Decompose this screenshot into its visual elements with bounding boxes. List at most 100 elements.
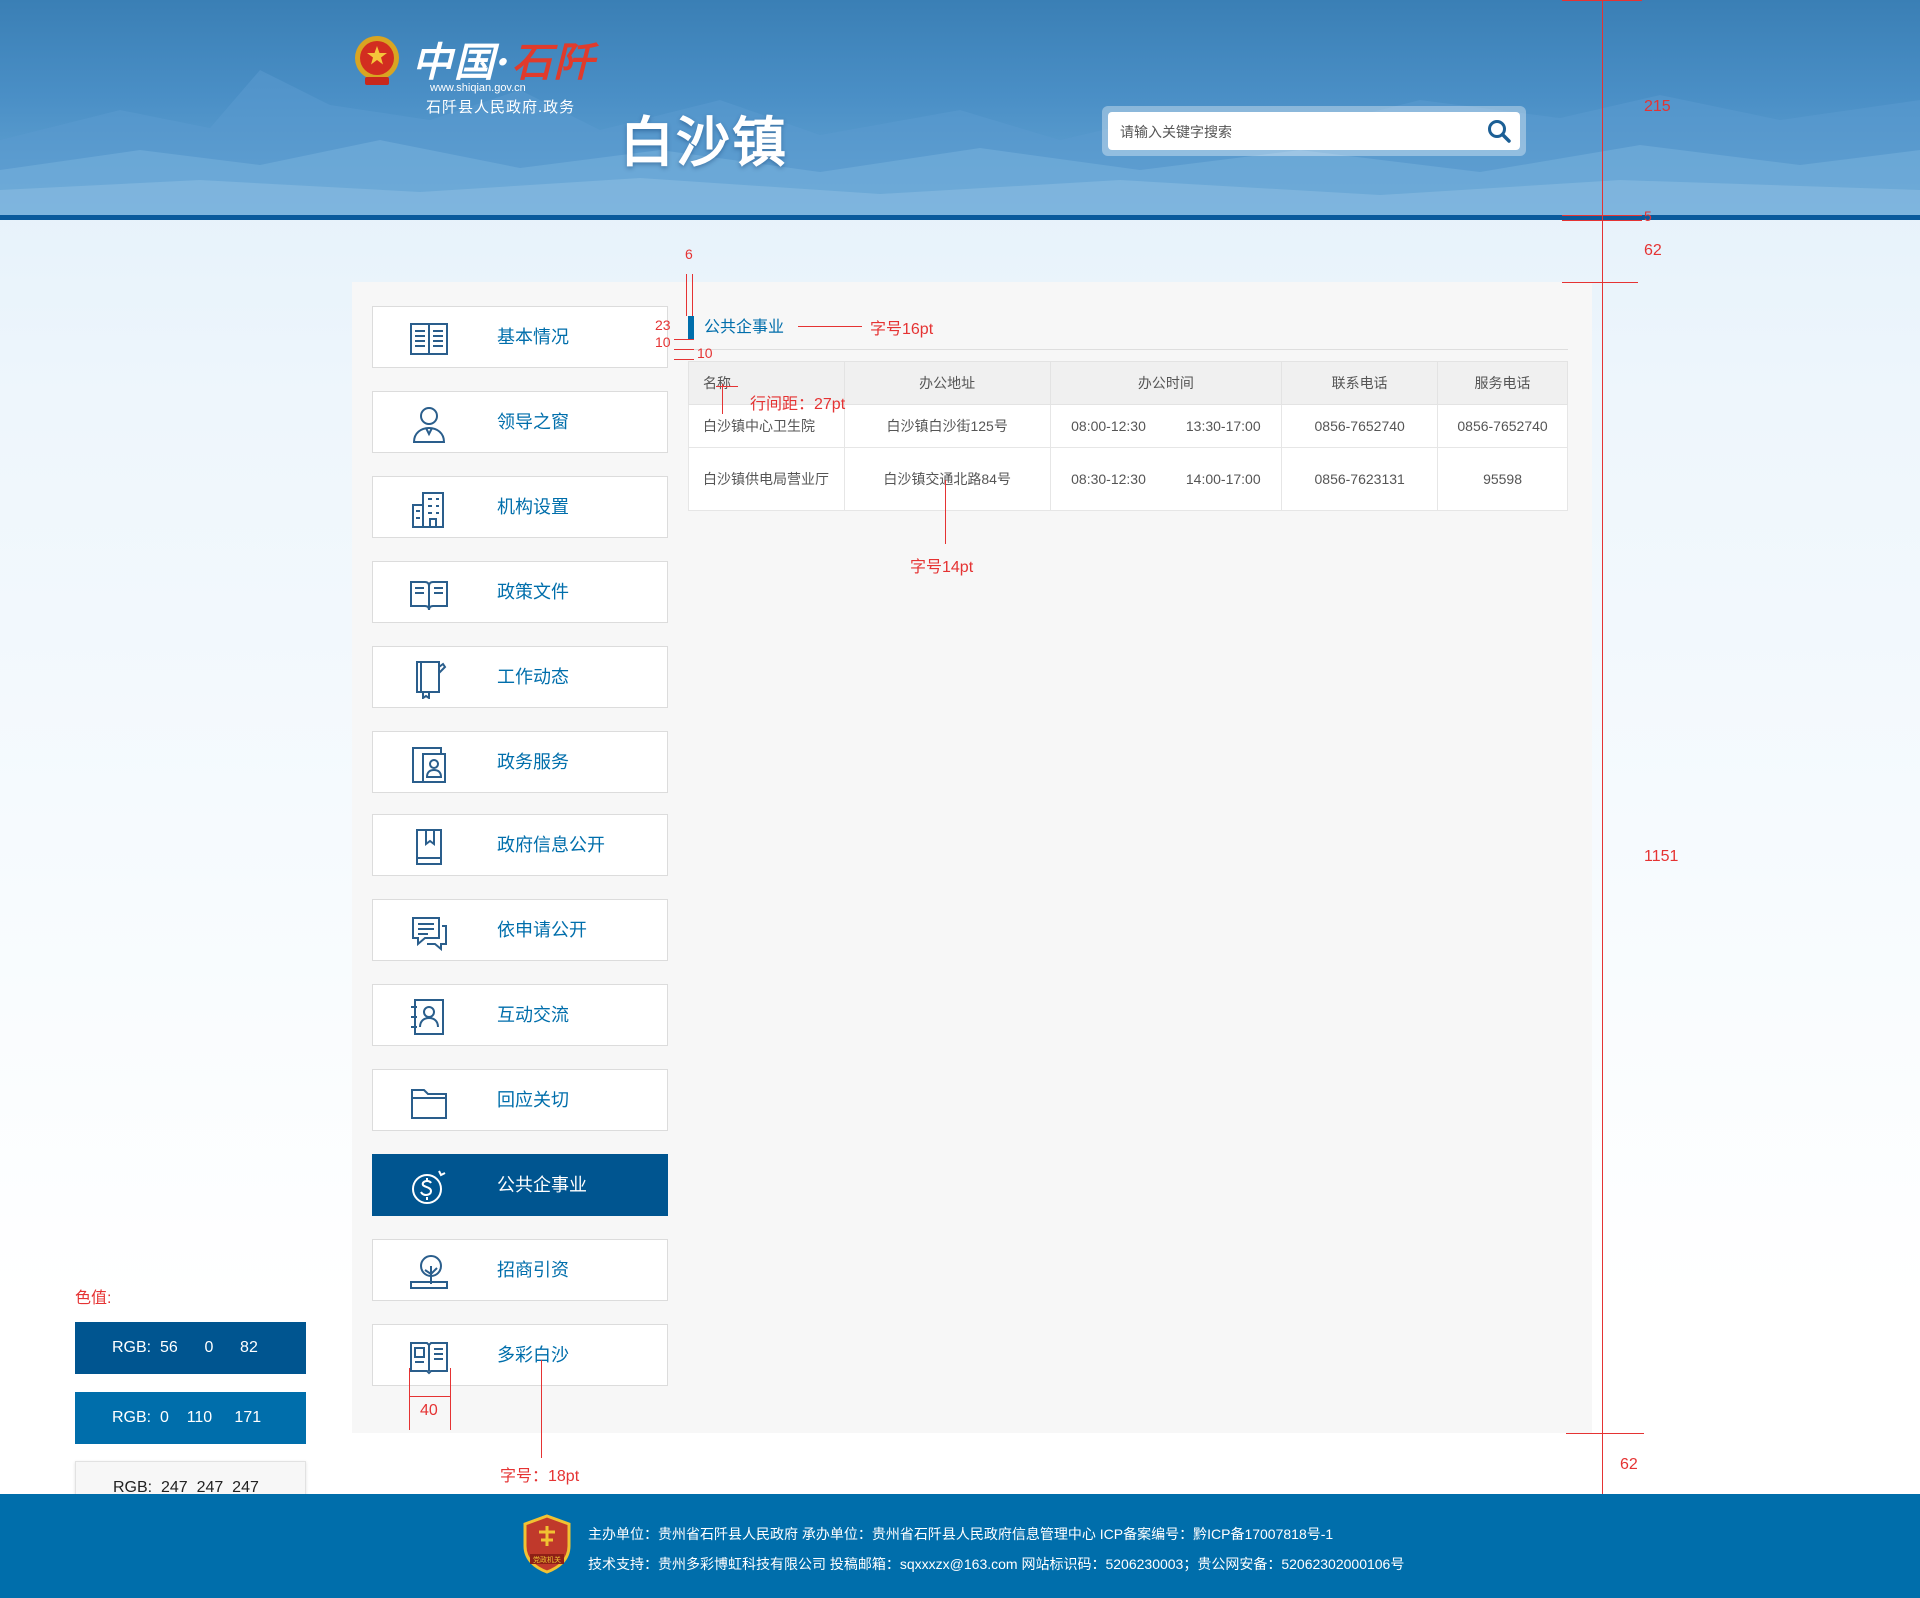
annotation-bar-width: 6: [685, 246, 693, 262]
sidebar-item-organization[interactable]: 机构设置: [372, 476, 668, 538]
site-header: 中国·石阡 www.shiqian.gov.cn 石阡县人民政府.政务 白沙镇: [0, 0, 1920, 215]
sidebar-item-label: 基本情况: [497, 327, 569, 347]
coin-dollar-icon: [412, 1170, 446, 1204]
svg-text:党政机关: 党政机关: [533, 1555, 561, 1564]
section-divider: [688, 349, 1568, 350]
open-book-icon: [410, 581, 448, 611]
annotation-table-font: 字号14pt: [910, 559, 974, 576]
logo-url: www.shiqian.gov.cn: [430, 82, 526, 94]
annotation-bar-height: 23: [655, 317, 671, 333]
sidebar-item-gov-service[interactable]: 政务服务: [372, 731, 668, 793]
book-list-icon: [410, 323, 448, 355]
search-input[interactable]: [1118, 112, 1472, 152]
magazine-icon: [410, 1342, 448, 1375]
swatch-label: 色值:: [75, 1290, 112, 1307]
tree-book-icon: [410, 1255, 448, 1289]
notebook-pen-icon: [416, 661, 447, 699]
sidebar-item-work-news[interactable]: 工作动态: [372, 646, 668, 708]
building-icon: [412, 492, 444, 528]
annotation-gap-a: 10: [655, 334, 671, 350]
sidebar-item-label: 依申请公开: [497, 920, 587, 940]
column-header: 办公时间: [1049, 361, 1283, 405]
sidebar-item-label: 政府信息公开: [497, 835, 605, 855]
time-morning: 08:30-12:30: [1071, 471, 1146, 487]
column-header: 服务电话: [1437, 361, 1568, 405]
bookmark-book-icon: [416, 829, 442, 865]
sidebar-item-interaction[interactable]: 互动交流: [372, 984, 668, 1046]
leader-line: [722, 384, 723, 414]
column-header: 联系电话: [1281, 361, 1439, 405]
cell-contact-phone: 0856-7623131: [1281, 447, 1439, 511]
sidebar-item-label: 招商引资: [497, 1260, 569, 1280]
measure-line: [450, 1368, 451, 1430]
measure-tick: [674, 359, 694, 360]
cell-office-hours: 08:30-12:30 14:00-17:00: [1049, 447, 1283, 511]
national-emblem-icon: [355, 36, 399, 85]
annotation-menu-font: 字号：18pt: [500, 1468, 580, 1485]
annotation-gap-b: 10: [697, 345, 713, 361]
sidebar-item-label: 回应关切: [497, 1090, 569, 1110]
cell-office-hours: 08:00-12:30 13:30-17:00: [1049, 404, 1283, 448]
sidebar-item-basic-info[interactable]: 基本情况: [372, 306, 668, 368]
annotation-gap-bottom: 62: [1620, 1456, 1638, 1473]
measure-line: [409, 1368, 410, 1430]
time-morning: 08:00-12:30: [1071, 418, 1146, 434]
leader-line: [541, 1360, 542, 1458]
annotation-row-spacing: 行间距：27pt: [750, 396, 846, 413]
sidebar-item-investment[interactable]: 招商引资: [372, 1239, 668, 1301]
sidebar-item-leaders[interactable]: 领导之窗: [372, 391, 668, 453]
annotation-title-font: 字号16pt: [870, 321, 934, 338]
measure-tick: [1562, 0, 1642, 1]
leader-line: [798, 326, 862, 327]
sidebar-item-public-enterprise[interactable]: 公共企事业: [372, 1154, 668, 1216]
sidebar-item-label: 机构设置: [497, 497, 569, 517]
color-swatch-dark-blue: RGB: 56 0 82: [75, 1322, 306, 1374]
annotation-header-height: 215: [1644, 98, 1671, 115]
leader-line: [945, 480, 946, 544]
measure-tick: [409, 1396, 450, 1397]
annotation-line-height: 5: [1644, 208, 1652, 224]
time-afternoon: 13:30-17:00: [1185, 418, 1261, 434]
site-logo[interactable]: 中国·石阡 www.shiqian.gov.cn 石阡县人民政府.政务: [352, 30, 594, 120]
annotation-icon-width: 40: [420, 1402, 438, 1419]
measure-tick: [674, 339, 694, 340]
measure-line: [692, 274, 693, 316]
party-gov-badge-icon[interactable]: 党政机关: [522, 1514, 572, 1574]
measure-tick: [716, 386, 738, 387]
sidebar-item-policy[interactable]: 政策文件: [372, 561, 668, 623]
folder-icon: [411, 1089, 447, 1119]
measure-tick: [1566, 1433, 1644, 1434]
logo-subtitle: 石阡县人民政府.政务: [426, 99, 576, 116]
id-card-icon: [412, 747, 446, 783]
cell-address: 白沙镇交通北路84号: [843, 447, 1051, 511]
logo-title: 中国·石阡: [412, 39, 596, 86]
sidebar-item-application[interactable]: 依申请公开: [372, 899, 668, 961]
chat-bubble-icon: [412, 917, 447, 952]
measure-line: [686, 274, 687, 316]
sidebar-item-label: 互动交流: [497, 1005, 569, 1025]
sidebar-item-label: 公共企事业: [497, 1175, 587, 1195]
sidebar-item-info-disclosure[interactable]: 政府信息公开: [372, 814, 668, 876]
cell-service-phone: 95598: [1437, 447, 1568, 511]
cell-address: 白沙镇白沙街125号: [843, 404, 1051, 448]
sidebar-item-label: 多彩白沙: [497, 1345, 569, 1365]
search-box: [1102, 106, 1526, 156]
enterprise-table: 名称 办公地址 办公时间 联系电话 服务电话 白沙镇中心卫生院 白沙镇白沙街12…: [688, 361, 1568, 511]
section-title-bar: [688, 316, 694, 339]
search-icon[interactable]: [1486, 118, 1512, 144]
color-swatch-blue: RGB: 0 110 171: [75, 1392, 306, 1444]
sidebar-item-colorful-baisha[interactable]: 多彩白沙: [372, 1324, 668, 1386]
table-row: 白沙镇供电局营业厅 白沙镇交通北路84号 08:30-12:30 14:00-17…: [688, 447, 1568, 511]
person-icon: [412, 407, 446, 443]
sidebar-item-response[interactable]: 回应关切: [372, 1069, 668, 1131]
page-title: 白沙镇: [620, 113, 788, 173]
annotation-main-height: 1151: [1644, 848, 1679, 865]
sidebar-item-label: 工作动态: [497, 667, 569, 687]
sidebar-item-label: 政策文件: [497, 582, 569, 602]
cell-service-phone: 0856-7652740: [1437, 404, 1568, 448]
sidebar-item-label: 领导之窗: [497, 412, 569, 432]
mountain-background: [0, 70, 1920, 215]
section-title: 公共企事业: [704, 319, 785, 336]
annotation-gap-top: 62: [1644, 242, 1662, 259]
measure-line-vertical: [1602, 0, 1603, 1598]
